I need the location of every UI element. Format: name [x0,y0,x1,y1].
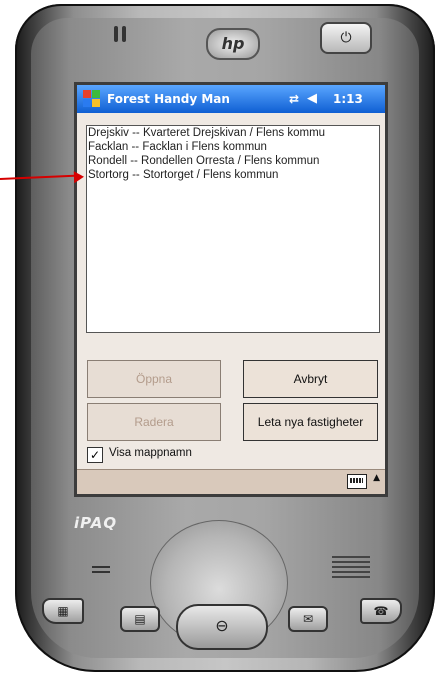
app-title: Forest Handy Man [107,92,230,106]
ok-button[interactable]: ⊖ [176,604,268,650]
connectivity-icon[interactable]: ⇄ [289,92,299,106]
list-item[interactable]: Facklan -- Facklan i Flens kommun [87,140,379,154]
delete-button[interactable]: Radera [87,403,221,441]
ok-icon: ⊖ [215,616,229,635]
hp-logo: hp [206,28,260,60]
clock[interactable]: 1:13 [333,92,363,106]
phone-icon: ☎ [373,604,389,618]
volume-icon[interactable]: ◀ [307,91,317,106]
device-screen: Forest Handy Man ⇄ ◀ 1:13 Drejskiv -- Kv… [74,82,388,497]
windows-start-icon[interactable] [82,89,100,107]
title-bar: Forest Handy Man ⇄ ◀ 1:13 [77,85,385,113]
keyboard-icon[interactable] [347,474,367,489]
show-folder-checkbox[interactable]: ✓ [87,447,103,463]
microphone-grille [92,566,110,568]
list-item[interactable]: Stortorg -- Stortorget / Flens kommun [87,168,379,182]
earpiece [114,26,118,42]
annotation-arrow-head [73,170,85,184]
power-button[interactable]: ⏻ [320,22,372,54]
cancel-button[interactable]: Avbryt [243,360,378,398]
show-folder-label: Visa mappnamn [109,447,192,459]
calendar-icon: ▦ [57,604,69,618]
contacts-button[interactable]: ▤ [120,606,160,632]
mail-button[interactable]: ✉ [288,606,328,632]
mail-icon: ✉ [302,612,314,626]
input-arrow-icon[interactable]: ▲ [373,473,380,483]
calendar-button[interactable]: ▦ [42,598,84,624]
property-list[interactable]: Drejskiv -- Kvarteret Drejskivan / Flens… [86,125,380,333]
open-button[interactable]: Öppna [87,360,221,398]
list-item[interactable]: Drejskiv -- Kvarteret Drejskivan / Flens… [87,126,379,140]
ipaq-label: iPAQ [74,514,118,532]
menu-bar: ▲ [77,469,385,494]
list-item[interactable]: Rondell -- Rondellen Orresta / Flens kom… [87,154,379,168]
speaker-grille [332,556,370,578]
find-new-properties-button[interactable]: Leta nya fastigheter [243,403,378,441]
phone-button[interactable]: ☎ [360,598,402,624]
contacts-icon: ▤ [134,612,146,626]
